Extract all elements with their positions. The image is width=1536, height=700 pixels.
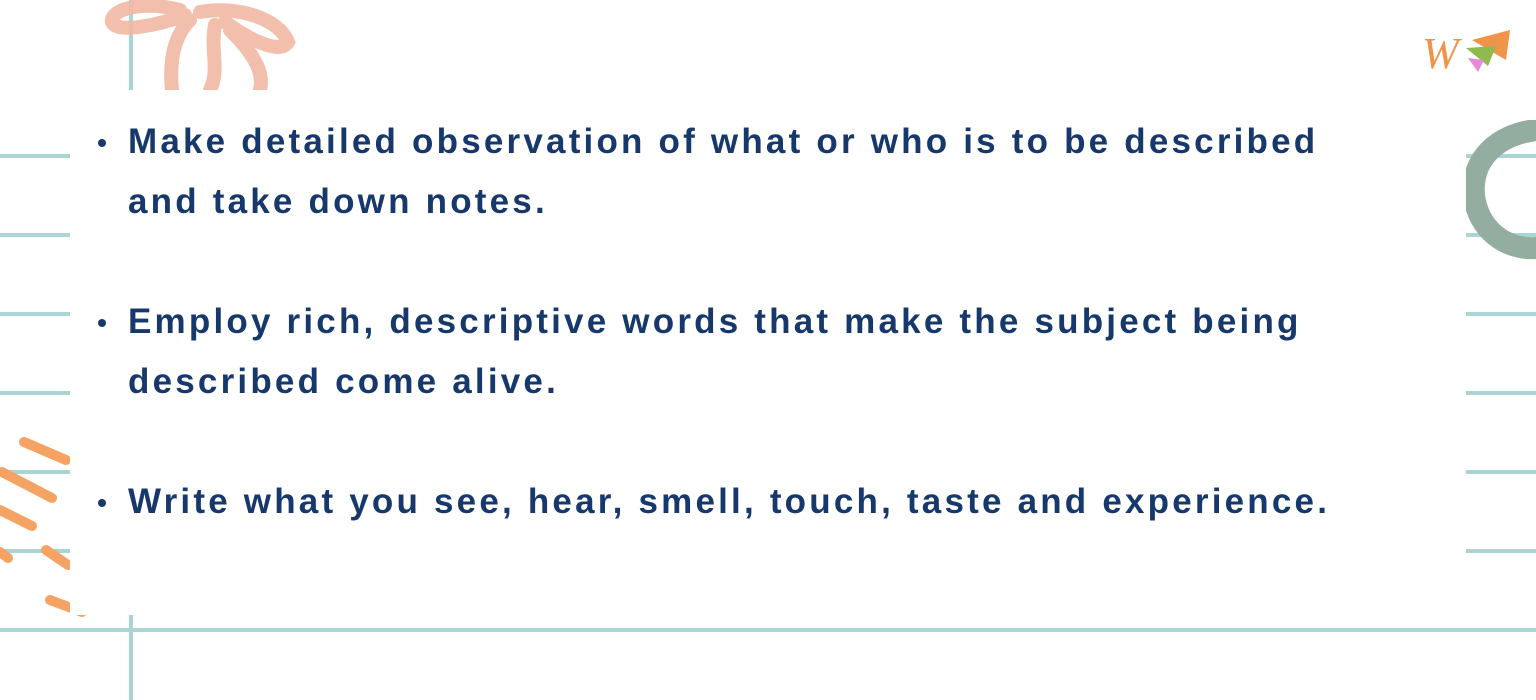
paper-line xyxy=(1466,312,1536,316)
paper-line xyxy=(0,628,1536,632)
bullet-dot-icon xyxy=(98,139,106,147)
margin-line xyxy=(129,615,133,700)
bullet-text: Employ rich, descriptive words that make… xyxy=(128,302,1302,401)
flower-decoration-icon xyxy=(105,0,296,90)
paper-line xyxy=(1466,470,1536,474)
paper-line xyxy=(1466,391,1536,395)
paper-line xyxy=(0,312,70,316)
bullet-text: Make detailed observation of what or who… xyxy=(128,122,1319,221)
bullet-text: Write what you see, hear, smell, touch, … xyxy=(128,482,1331,521)
paper-line xyxy=(0,391,70,395)
logo-icon: W xyxy=(1422,29,1510,78)
bullet-dot-icon xyxy=(98,499,106,507)
paper-line xyxy=(0,154,70,158)
bullet-item: Employ rich, descriptive words that make… xyxy=(98,292,1398,412)
bullet-item: Make detailed observation of what or who… xyxy=(98,112,1398,232)
swirl-decoration-icon xyxy=(1466,120,1536,260)
bullet-item: Write what you see, hear, smell, touch, … xyxy=(98,472,1398,532)
paper-line xyxy=(0,233,70,237)
svg-text:W: W xyxy=(1422,29,1462,78)
bullet-dot-icon xyxy=(98,319,106,327)
bullet-list: Make detailed observation of what or who… xyxy=(98,112,1398,592)
paper-line xyxy=(1466,549,1536,553)
